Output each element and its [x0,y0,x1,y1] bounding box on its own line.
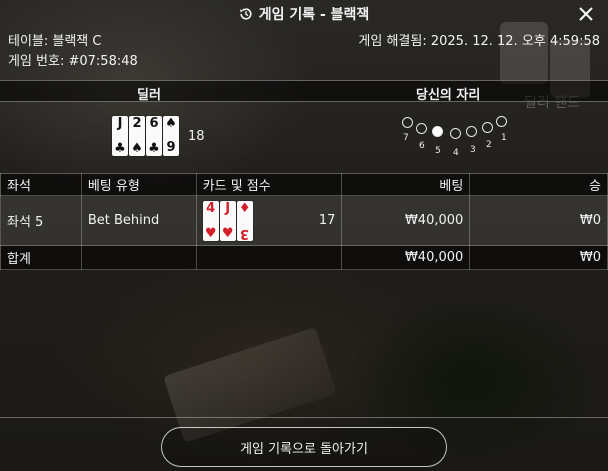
seat-dot-7 [402,117,413,128]
seat-dot-2 [482,122,493,133]
seat-cell: 좌석 5 [0,195,82,246]
total-empty-cell [80,245,197,270]
close-button[interactable] [576,4,596,24]
club-icon: ♣ [114,141,126,156]
column-header-seat: 좌석 [0,173,82,196]
modal-title: 게임 기록 - 블랙잭 [258,7,370,23]
spade-icon: ♠ [131,141,143,156]
dealer-heading: 딜러 [137,88,161,103]
modal-header: 게임 기록 - 블랙잭 [0,0,608,28]
seat-map: 7 6 5 4 3 2 1 [398,111,514,161]
bet-amount-cell: ₩40,000 [341,195,471,246]
history-icon [239,7,253,21]
total-bet: ₩40,000 [341,245,471,270]
bet-type-cell: Bet Behind [80,195,197,246]
playing-card: ♠ 9 [163,116,179,156]
playing-card: 2 ♠ [129,116,145,156]
playing-card: J ♥ [219,200,236,241]
seat-dot-3 [466,126,477,137]
spade-icon: ♠ [165,116,177,131]
heart-icon: ♥ [204,225,217,241]
total-row: 합계 ₩40,000 ₩0 [0,245,608,270]
club-icon: ♣ [148,141,160,156]
table-row: 좌석 5 Bet Behind 4 ♥ J ♥ ♦ 3 17 ₩40,000 ₩… [0,195,608,246]
seat-dot-1 [496,116,507,127]
back-to-history-button[interactable]: 게임 기록으로 돌아가기 [161,427,447,467]
playing-card: J ♣ [112,116,128,156]
dealer-score: 18 [188,128,205,144]
game-info: 테이블: 블랙잭 C 게임 번호: #07:58:48 [8,32,138,72]
hand-score: 17 [318,213,336,228]
dealer-hand: J ♣ 2 ♠ 6 ♣ ♠ 9 18 [112,116,205,156]
section-header: 딜러 당신의 자리 [0,80,608,103]
playing-card: ♦ 3 [236,200,253,241]
close-icon[interactable] [579,7,593,21]
playing-card: 4 ♥ [202,200,219,241]
player-hand: 4 ♥ J ♥ ♦ 3 [202,200,254,241]
seat-dot-4 [450,128,461,139]
resolved-time: 게임 해결됨: 2025. 12. 12. 오후 4:59:58 [358,34,600,49]
win-amount-cell: ₩0 [469,195,608,246]
heart-icon: ♥ [221,225,234,241]
seat-dot-6 [416,123,427,134]
footer-divider [0,417,608,418]
your-seat-heading: 당신의 자리 [416,88,481,103]
diamond-icon: ♦ [238,200,251,216]
bet-history-table: 좌석 베팅 유형 카드 및 점수 베팅 승 좌석 5 Bet Behind 4 … [0,173,608,270]
playing-card: 6 ♣ [146,116,162,156]
column-header-bet: 베팅 [341,173,471,196]
game-number: 게임 번호: #07:58:48 [8,54,138,69]
total-win: ₩0 [469,245,608,270]
column-header-cards-score: 카드 및 점수 [195,173,343,196]
seat-dot-5-selected [432,126,443,137]
total-label: 합계 [0,245,82,270]
column-header-win: 승 [469,173,608,196]
cards-score-cell: 4 ♥ J ♥ ♦ 3 17 [195,195,343,246]
total-empty-cell [195,245,343,270]
table-label: 테이블: 블랙잭 C [8,34,102,49]
table-header-row: 좌석 베팅 유형 카드 및 점수 베팅 승 [0,173,608,196]
column-header-bet-type: 베팅 유형 [80,173,197,196]
